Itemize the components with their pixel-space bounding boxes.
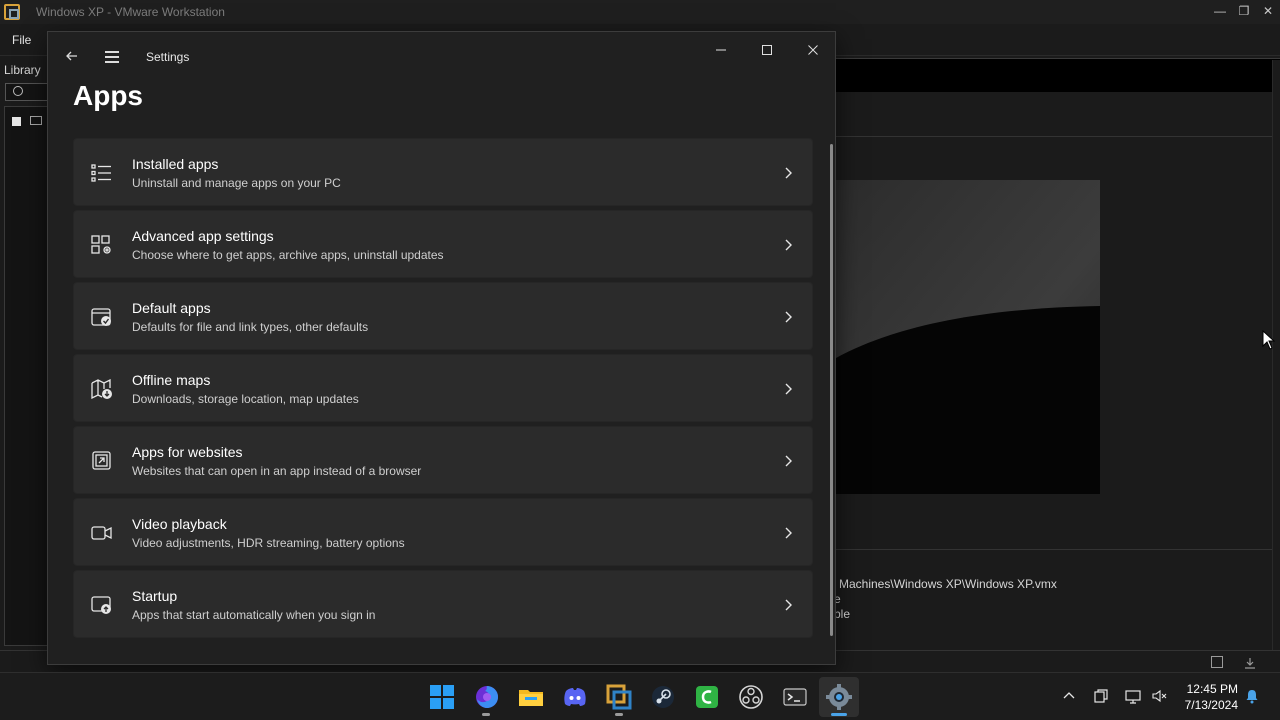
back-button[interactable] (62, 46, 82, 66)
vmware-my-computer-icon (30, 116, 42, 125)
file-explorer-icon[interactable] (517, 683, 545, 711)
default-apps-icon (91, 308, 111, 326)
taskbar (0, 672, 1280, 720)
vm-screen-thumbnail[interactable] (836, 180, 1100, 494)
chevron-right-icon (785, 527, 792, 539)
settings-active-indicator (831, 713, 847, 716)
vmware-minimize-button[interactable]: — (1212, 4, 1228, 18)
minimize-icon (716, 49, 726, 51)
discord-icon[interactable] (561, 683, 589, 711)
item-description: Defaults for file and link types, other … (132, 320, 369, 334)
mouse-pointer-icon (1262, 329, 1276, 350)
video-playback-item[interactable]: Video playback Video adjustments, HDR st… (73, 498, 813, 566)
show-hidden-icons-chevron-up-icon[interactable] (1061, 688, 1077, 704)
vmware-details-divider (836, 549, 1272, 550)
video-playback-icon (91, 526, 112, 540)
installed-apps-item[interactable]: Installed apps Uninstall and manage apps… (73, 138, 813, 206)
vm-detail-fragment: ble (834, 607, 851, 621)
start-icon[interactable] (428, 683, 456, 711)
installed-apps-icon (91, 164, 111, 182)
offline-maps-icon (91, 379, 112, 399)
vmware-restore-button[interactable]: ❐ (1236, 4, 1252, 18)
chevron-right-icon (785, 455, 792, 467)
vmware-titlebar: Windows XP - VMware Workstation (0, 0, 1280, 24)
vmware-logo-icon (4, 4, 20, 20)
copy-clipboard-icon[interactable] (1093, 688, 1109, 704)
startup-icon (91, 596, 111, 614)
item-description: Video adjustments, HDR streaming, batter… (132, 536, 405, 550)
vmware-tab-bar (836, 58, 1280, 92)
chevron-right-icon (785, 599, 792, 611)
vm-config-path: Machines\Windows XP\Windows XP.vmx (839, 577, 1057, 591)
item-description: Uninstall and manage apps on your PC (132, 176, 341, 190)
settings-window: Settings Apps Installed apps Uninstall a… (47, 31, 836, 665)
settings-icon[interactable] (825, 683, 853, 711)
apps-for-websites-item[interactable]: Apps for websites Websites that can open… (73, 426, 813, 494)
chevron-right-icon (785, 383, 792, 395)
item-title: Video playback (132, 516, 227, 532)
vmware-window-title: Windows XP - VMware Workstation (36, 5, 225, 19)
offline-maps-item[interactable]: Offline maps Downloads, storage location… (73, 354, 813, 422)
firefox-icon[interactable] (473, 683, 501, 711)
network-ethernet-icon[interactable] (1125, 688, 1141, 704)
terminal-icon[interactable] (781, 683, 809, 711)
vmware-close-button[interactable]: ✕ (1260, 4, 1276, 18)
firefox-running-indicator (482, 713, 490, 716)
advanced-app-settings-item[interactable]: Advanced app settings Choose where to ge… (73, 210, 813, 278)
page-title: Apps (73, 80, 143, 111)
vmware-tree-collapse-icon[interactable] (12, 117, 21, 126)
settings-window-title: Settings (146, 50, 190, 64)
apps-settings-list: Installed apps Uninstall and manage apps… (73, 138, 813, 642)
item-title: Apps for websites (132, 444, 243, 460)
item-description: Apps that start automatically when you s… (132, 608, 376, 622)
steam-icon[interactable] (649, 683, 677, 711)
vmware-download-icon[interactable] (1244, 656, 1256, 669)
chevron-right-icon (785, 311, 792, 323)
vmware-running-indicator (615, 713, 623, 716)
taskbar-clock-time[interactable]: 12:45 PM (1170, 682, 1238, 696)
apps-for-websites-icon (92, 451, 111, 470)
chevron-right-icon (785, 167, 792, 179)
item-description: Websites that can open in an app instead… (132, 464, 422, 478)
item-title: Offline maps (132, 372, 211, 388)
startup-item[interactable]: Startup Apps that start automatically wh… (73, 570, 813, 638)
obs-icon[interactable] (737, 683, 765, 711)
chevron-right-icon (785, 239, 792, 251)
taskbar-clock-date[interactable]: 7/13/2024 (1170, 698, 1238, 712)
item-description: Downloads, storage location, map updates (132, 392, 359, 406)
vmware-library-label: Library (4, 63, 41, 77)
volume-muted-icon[interactable] (1151, 688, 1167, 704)
item-title: Advanced app settings (132, 228, 274, 244)
vmware-library-panel (4, 106, 48, 646)
item-title: Installed apps (132, 156, 219, 172)
vmware-library-search-input[interactable] (5, 83, 49, 101)
item-title: Default apps (132, 300, 211, 316)
advanced-app-settings-icon (91, 235, 111, 254)
close-button[interactable] (793, 38, 833, 62)
vmware-menu-file[interactable]: File (12, 33, 31, 47)
close-icon (808, 45, 818, 55)
maximize-button[interactable] (747, 38, 787, 62)
camtasia-icon[interactable] (693, 683, 721, 711)
back-arrow-icon (66, 51, 77, 61)
maximize-icon (762, 45, 772, 55)
default-apps-item[interactable]: Default apps Defaults for file and link … (73, 282, 813, 350)
navigation-menu-button[interactable] (102, 46, 122, 66)
settings-scrollbar[interactable] (830, 144, 833, 636)
vmware-icon[interactable] (605, 683, 633, 711)
vmware-scrollbar[interactable] (1272, 60, 1280, 650)
notifications-bell-icon[interactable] (1244, 688, 1260, 704)
minimize-button[interactable] (701, 38, 741, 62)
item-description: Choose where to get apps, archive apps, … (132, 248, 444, 262)
vmware-toolbar-divider (836, 136, 1280, 137)
item-title: Startup (132, 588, 178, 604)
vmware-message-icon[interactable] (1211, 656, 1223, 668)
